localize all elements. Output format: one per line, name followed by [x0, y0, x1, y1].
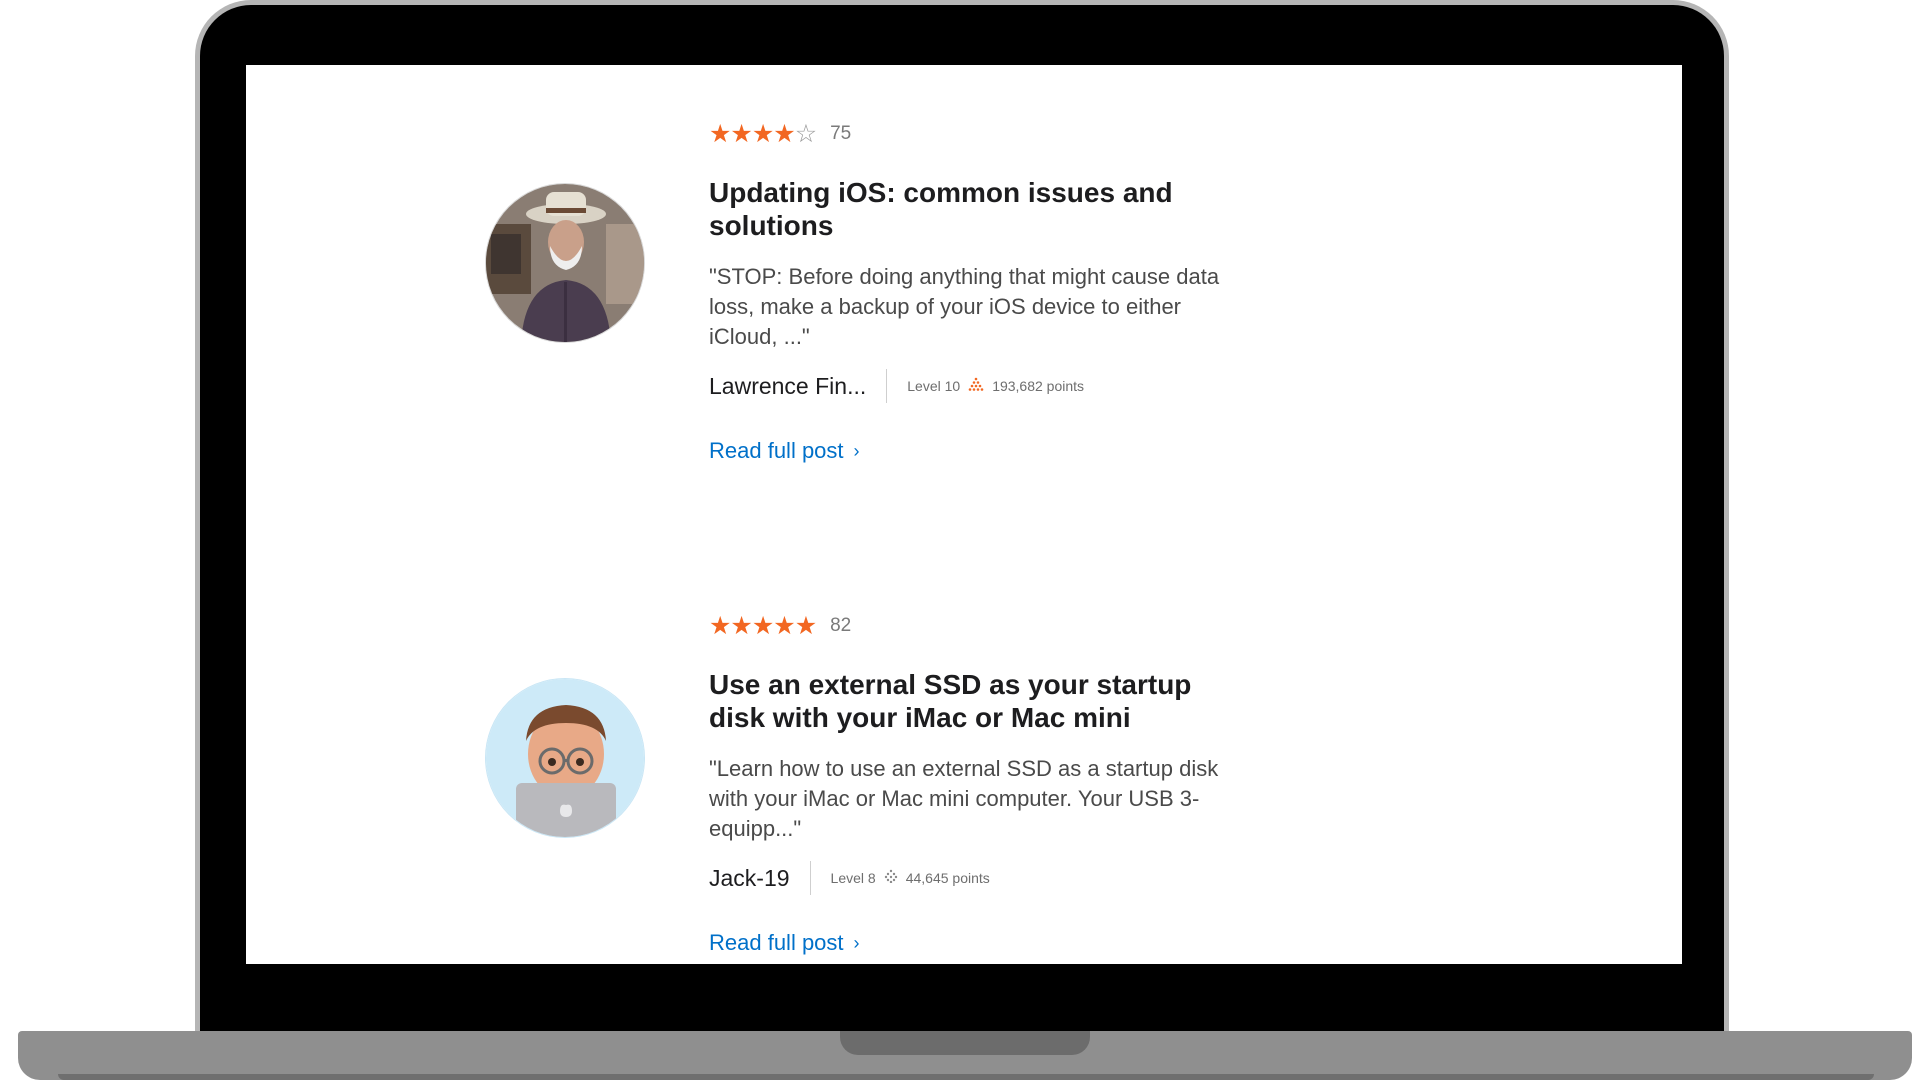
star-filled-icon: ★	[730, 611, 752, 640]
star-empty-icon: ☆	[794, 119, 817, 148]
laptop-notch	[840, 1031, 1090, 1055]
divider	[886, 369, 888, 403]
read-full-post-link[interactable]: Read full post ›	[709, 438, 860, 464]
star-filled-icon: ★	[751, 119, 774, 148]
star-rating: ★ ★ ★ ★ ★ 82	[709, 612, 1249, 640]
star-rating: ★ ★ ★ ★ ☆ 75	[709, 120, 1249, 148]
divider	[809, 861, 811, 895]
chevron-right-icon: ›	[853, 932, 860, 953]
star-filled-icon: ★	[751, 611, 774, 640]
post-title[interactable]: Use an external SSD as your startup disk…	[709, 668, 1249, 734]
post-excerpt: "Learn how to use an external SSD as a s…	[709, 756, 1219, 841]
user-points: 44,645 points	[905, 870, 990, 886]
read-full-post-link[interactable]: Read full post ›	[709, 930, 860, 956]
rating-count: 75	[830, 123, 852, 144]
star-filled-icon: ★	[773, 119, 795, 148]
post-title[interactable]: Updating iOS: common issues and solution…	[709, 176, 1249, 242]
avatar[interactable]	[485, 183, 645, 343]
memoji-avatar-icon	[486, 679, 644, 837]
star-filled-icon: ★	[709, 611, 731, 640]
user-level: Level 8	[830, 870, 876, 886]
star-filled-icon: ★	[794, 611, 817, 640]
user-points: 193,682 points	[992, 378, 1085, 394]
read-full-post-label: Read full post	[709, 930, 844, 955]
star-filled-icon: ★	[709, 119, 731, 148]
post-content: ★ ★ ★ ★ ★ 82 Use an external SSD as your…	[709, 612, 1249, 956]
author-name[interactable]: Jack-19	[709, 865, 790, 892]
post-content: ★ ★ ★ ★ ☆ 75 Updating iOS: common issues…	[709, 120, 1249, 464]
star-filled-icon: ★	[773, 611, 795, 640]
author-info: Jack-19 Level 8 44,645 points	[709, 860, 1249, 896]
rating-count: 82	[830, 615, 852, 636]
author-name[interactable]: Lawrence Fin...	[709, 373, 866, 400]
level-10-pyramid-icon	[968, 377, 984, 395]
laptop-base-shadow	[58, 1074, 1874, 1080]
avatar-photo-icon	[486, 184, 644, 342]
level-8-dots-icon	[884, 869, 898, 887]
read-full-post-label: Read full post	[709, 438, 844, 463]
chevron-right-icon: ›	[853, 440, 860, 461]
post-excerpt: "STOP: Before doing anything that might …	[709, 264, 1220, 349]
star-filled-icon: ★	[730, 119, 752, 148]
author-info: Lawrence Fin... Level 10 193,682 points	[709, 368, 1249, 404]
user-level: Level 10	[907, 378, 961, 394]
avatar[interactable]	[485, 678, 645, 838]
laptop-screen: ★ ★ ★ ★ ☆ 75 Updating iOS: common issues…	[246, 65, 1682, 964]
